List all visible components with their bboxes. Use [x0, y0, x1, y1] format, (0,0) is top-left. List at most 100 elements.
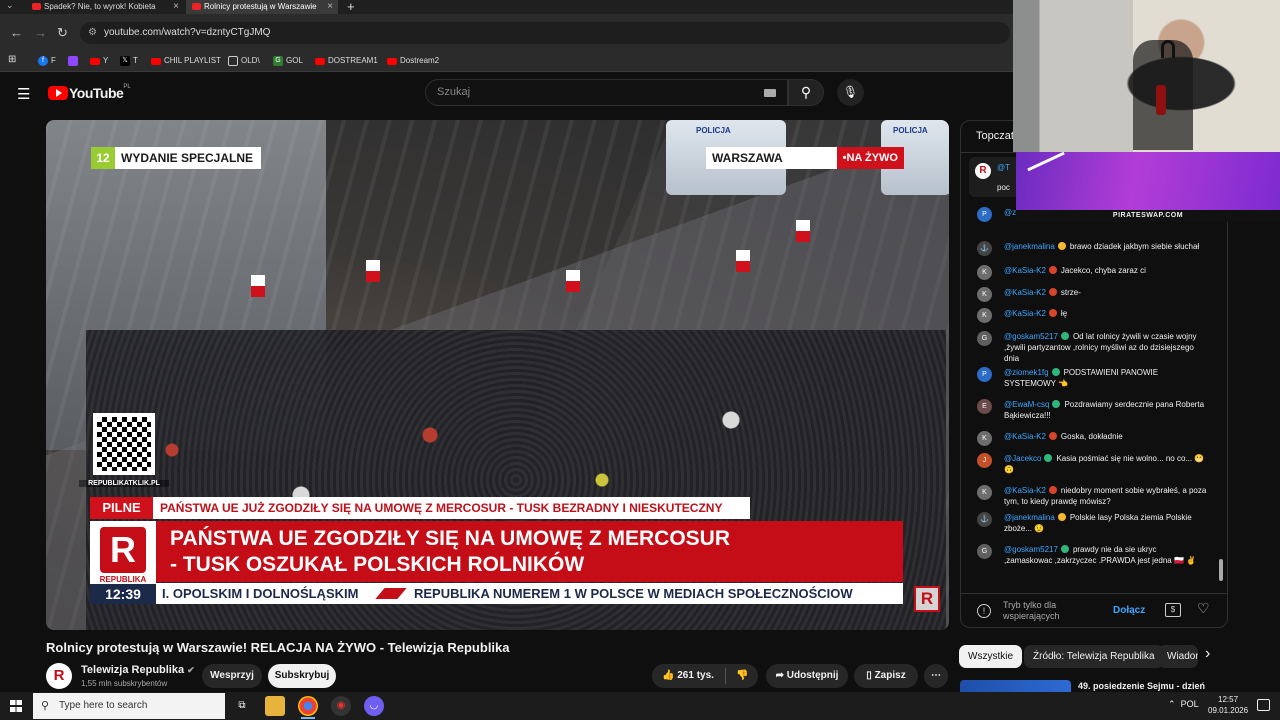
chat-author[interactable]: @goskam5217	[1004, 332, 1058, 341]
avatar[interactable]: ⚓	[977, 241, 992, 256]
chat-author[interactable]: @KaSia-K2	[1004, 432, 1046, 441]
chat-author[interactable]: @KaSia-K2	[1004, 266, 1046, 275]
avatar[interactable]: ⚓	[977, 512, 992, 527]
thumbs-down-icon[interactable]: 👎	[736, 664, 748, 688]
chat-author[interactable]: @ziomek1fg	[1004, 368, 1049, 377]
task-view-icon[interactable]: ⧉	[232, 696, 252, 716]
save-button[interactable]: ▯ Zapisz	[854, 664, 918, 688]
taskbar-search-input[interactable]: ⚲ Type here to search	[33, 693, 225, 719]
more-options-button[interactable]: ⋯	[924, 664, 948, 688]
chat-author[interactable]: @EwaM-csq	[1004, 400, 1049, 409]
recommended-thumbnail[interactable]	[960, 680, 1071, 692]
chevron-right-icon[interactable]: ›	[1205, 645, 1210, 663]
chat-author[interactable]: @Jacekco	[1004, 454, 1041, 463]
bookmark-item[interactable]: CHIL PLAYLIST	[151, 55, 221, 67]
avatar[interactable]: P	[977, 207, 992, 222]
chat-author[interactable]: @janekmalina	[1004, 242, 1055, 251]
search-input[interactable]: Szukaj	[425, 79, 788, 106]
notification-icon[interactable]	[1257, 699, 1270, 711]
share-icon: ➦	[775, 670, 784, 681]
forward-arrow-icon[interactable]: →	[34, 25, 47, 40]
chat-author[interactable]: @janekmalina	[1004, 513, 1055, 522]
bookmark-item[interactable]: f F	[38, 55, 56, 67]
subscribe-button[interactable]: Subskrybuj	[268, 664, 336, 688]
url-field[interactable]: ⚙ youtube.com/watch?v=dzntyCTgJMQ	[80, 22, 1010, 44]
avatar[interactable]: J	[977, 453, 992, 468]
chat-message[interactable]: E @EwaM-csq Pozdrawiamy serdecznie pana Ro…	[977, 399, 1207, 421]
browser-tab[interactable]: Spadek? Nie, to wyrok! Kobieta ×	[26, 0, 184, 14]
bookmark-item[interactable]: G GOL	[273, 55, 303, 67]
chat-author[interactable]: @KaSia-K2	[1004, 309, 1046, 318]
avatar[interactable]: G	[977, 544, 992, 559]
taskbar-clock[interactable]: 12:57 09.01.2026	[1208, 694, 1248, 716]
chat-message[interactable]: K @KaSia-K2 niedobry moment sobie wybrałeś…	[977, 485, 1207, 507]
avatar[interactable]: K	[977, 308, 992, 323]
chat-author[interactable]: @KaSia-K2	[1004, 288, 1046, 297]
bookmark-item[interactable]: 𝕏 T	[120, 55, 138, 67]
avatar[interactable]: K	[977, 485, 992, 500]
gift-icon[interactable]: $	[1165, 603, 1181, 617]
bookmark-item[interactable]: OLD\	[228, 55, 260, 67]
chip-all[interactable]: Wszystkie	[959, 645, 1022, 668]
discord-icon[interactable]: ◡	[364, 696, 384, 716]
language-indicator[interactable]: POL	[1181, 699, 1199, 709]
share-button[interactable]: ➦ Udostępnij	[766, 664, 848, 688]
chevron-up-icon[interactable]: ⌃	[1168, 699, 1176, 709]
chat-author[interactable]: @z	[1004, 208, 1016, 217]
obs-icon[interactable]: ◉	[331, 696, 351, 716]
info-icon[interactable]: !	[977, 604, 991, 618]
chat-message[interactable]: P @ziomek1fg PODSTAWIENI PANOWIE SYSTEMOWY…	[977, 367, 1207, 389]
keyboard-icon[interactable]	[764, 89, 776, 97]
reload-icon[interactable]: ↻	[57, 25, 68, 41]
avatar[interactable]: K	[977, 287, 992, 302]
heart-icon[interactable]: ♡	[1197, 600, 1210, 617]
avatar[interactable]: G	[977, 331, 992, 346]
close-icon[interactable]: ×	[327, 0, 333, 14]
chat-message[interactable]: K @KaSia-K2 Goska, dokładnie	[977, 431, 1207, 446]
bookmark-item[interactable]: Y	[90, 55, 108, 67]
tab-search-icon[interactable]: ⌄	[6, 0, 14, 11]
windows-start-icon[interactable]	[10, 700, 22, 712]
avatar[interactable]: E	[977, 399, 992, 414]
avatar[interactable]: K	[977, 265, 992, 280]
search-button[interactable]: ⚲	[788, 79, 824, 106]
chat-author[interactable]: @goskam5217	[1004, 545, 1058, 554]
chip-source[interactable]: Źródło: Telewizja Republika	[1024, 645, 1164, 668]
avatar: R	[975, 163, 991, 179]
chat-author[interactable]: @KaSia-K2	[1004, 486, 1046, 495]
back-arrow-icon[interactable]: ←	[10, 25, 23, 40]
youtube-logo[interactable]: YouTubePL	[48, 84, 131, 102]
channel-name[interactable]: Telewizja Republika ✔	[81, 664, 195, 676]
menu-icon[interactable]: ☰	[17, 85, 30, 103]
avatar[interactable]: K	[977, 431, 992, 446]
chat-message[interactable]: K @KaSia-K2 Jacekco, chyba zaraz ci	[977, 265, 1207, 280]
new-tab-button[interactable]: +	[347, 0, 355, 14]
voice-search-button[interactable]: 🎙	[837, 79, 864, 106]
chrome-icon[interactable]	[298, 696, 318, 719]
chat-message[interactable]: ⚓ @janekmalina Polskie lasy Polska ziemia …	[977, 512, 1207, 534]
bookmark-item[interactable]: Dostream2	[387, 55, 439, 67]
chat-scrollbar[interactable]	[1219, 559, 1223, 581]
browser-tab-active[interactable]: Rolnicy protestują w Warszawie ×	[186, 0, 338, 14]
chat-message[interactable]: G @goskam5217 prawdy nie da sie ukryc ,zam…	[977, 544, 1207, 566]
support-button[interactable]: Wesprzyj	[202, 664, 262, 688]
avatar[interactable]: P	[977, 367, 992, 382]
join-button[interactable]: Dołącz	[1113, 605, 1145, 616]
chat-message[interactable]: ⚓ @janekmalina brawo dziadek jakbym siebie…	[977, 241, 1207, 256]
apps-grid-icon[interactable]: ⊞	[8, 54, 16, 66]
chat-message[interactable]: G @goskam5217 Od lat rolnicy żywili w czas…	[977, 331, 1207, 364]
like-button[interactable]: 👍 261 tys. 👎	[652, 664, 758, 688]
chat-message[interactable]: K @KaSia-K2 łę	[977, 308, 1207, 323]
close-icon[interactable]: ×	[173, 0, 179, 14]
chat-message[interactable]: K @KaSia-K2 strze-	[977, 287, 1207, 302]
chip-news[interactable]: Wiadomości	[1158, 645, 1198, 668]
channel-avatar[interactable]: R	[46, 663, 72, 689]
bookmark-item[interactable]: DOSTREAM1	[315, 55, 378, 67]
tab-title: Spadek? Nie, to wyrok! Kobieta	[44, 2, 156, 11]
recommended-title[interactable]: 49. posiedzenie Sejmu - dzień	[1078, 681, 1205, 691]
video-player[interactable]: POLICJA POLICJA 12 WYDANIE SPECJALNE WAR…	[46, 120, 949, 630]
system-tray[interactable]: ⌃ POL	[1168, 699, 1199, 710]
file-explorer-icon[interactable]	[265, 696, 285, 716]
site-info-icon[interactable]: ⚙	[88, 22, 97, 44]
chat-message[interactable]: J @Jacekco Kasia pośmiać się nie wolno... …	[977, 453, 1207, 475]
